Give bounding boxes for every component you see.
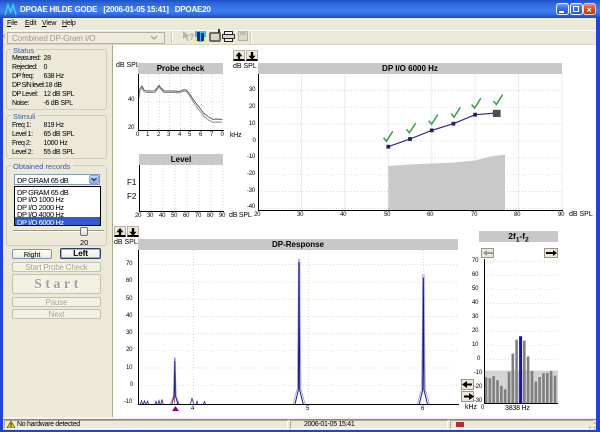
svg-text:?: ? — [189, 32, 195, 42]
